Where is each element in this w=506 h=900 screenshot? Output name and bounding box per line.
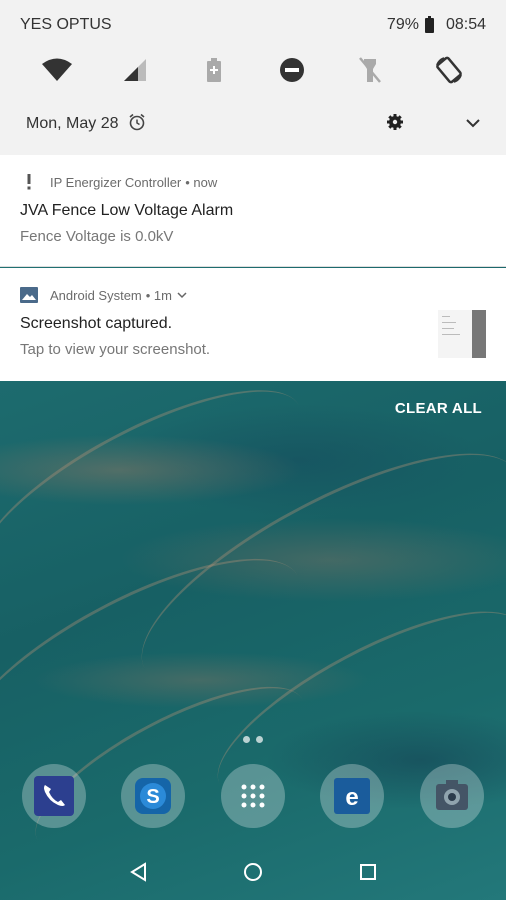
phone-icon[interactable] [22, 764, 86, 828]
notification-text: Tap to view your screenshot. [20, 341, 211, 358]
status-bar: YES OPTUS 79% 08:54 [0, 0, 506, 50]
notification-header: IP Energizer Controller • now [20, 172, 486, 192]
navigation-bar [0, 844, 506, 900]
settings-gear-icon[interactable] [386, 113, 404, 136]
carrier-name: YES OPTUS [20, 16, 112, 33]
wifi-icon[interactable] [37, 50, 77, 90]
exclamation-icon [20, 174, 38, 190]
battery-saver-icon[interactable] [194, 50, 234, 90]
screenshot-thumbnail [438, 310, 486, 358]
expand-chevron-icon[interactable] [466, 115, 480, 133]
camera-icon[interactable] [420, 764, 484, 828]
battery-percent: 79% [386, 16, 419, 33]
notification-title: Screenshot captured. [20, 315, 173, 332]
notification-time: • now [185, 174, 218, 190]
notification-header: Android System • 1m [20, 285, 486, 305]
page-indicator [243, 736, 263, 743]
do-not-disturb-icon[interactable] [272, 50, 312, 90]
notification-screenshot[interactable]: Android System • 1m Screenshot captured.… [0, 268, 506, 381]
notification-app-name: IP Energizer Controller [50, 174, 182, 190]
clock: 08:54 [445, 16, 486, 33]
quick-settings-shade: YES OPTUS 79% 08:54 Mon, May 28 [0, 0, 506, 155]
svg-text:S: S [146, 786, 159, 808]
back-icon[interactable] [118, 852, 158, 892]
skype-icon[interactable]: S [121, 764, 185, 828]
home-dock: S e [0, 760, 506, 832]
cellular-signal-icon[interactable] [115, 50, 155, 90]
svg-text:e: e [345, 784, 358, 811]
alarm-icon[interactable] [128, 113, 146, 136]
date-row: Mon, May 28 [0, 104, 506, 144]
battery-icon [424, 15, 434, 33]
recents-icon[interactable] [348, 852, 388, 892]
home-icon[interactable] [233, 852, 273, 892]
edge-browser-icon[interactable]: e [320, 764, 384, 828]
notification-title: JVA Fence Low Voltage Alarm [20, 202, 234, 219]
notification-text: Fence Voltage is 0.0kV [20, 228, 174, 245]
auto-rotate-icon[interactable] [429, 50, 469, 90]
clear-all-button[interactable]: CLEAR ALL [395, 400, 482, 417]
notification-app-name: Android System [50, 287, 142, 303]
image-icon [20, 287, 38, 303]
app-drawer-icon[interactable] [221, 764, 285, 828]
notification-fence-alarm[interactable]: IP Energizer Controller • now JVA Fence … [0, 155, 506, 267]
date-label: Mon, May 28 [26, 115, 119, 132]
notification-time: • 1m [145, 287, 172, 303]
chevron-down-icon[interactable] [177, 291, 187, 299]
flashlight-off-icon[interactable] [350, 50, 390, 90]
quick-settings-tiles [0, 50, 506, 90]
